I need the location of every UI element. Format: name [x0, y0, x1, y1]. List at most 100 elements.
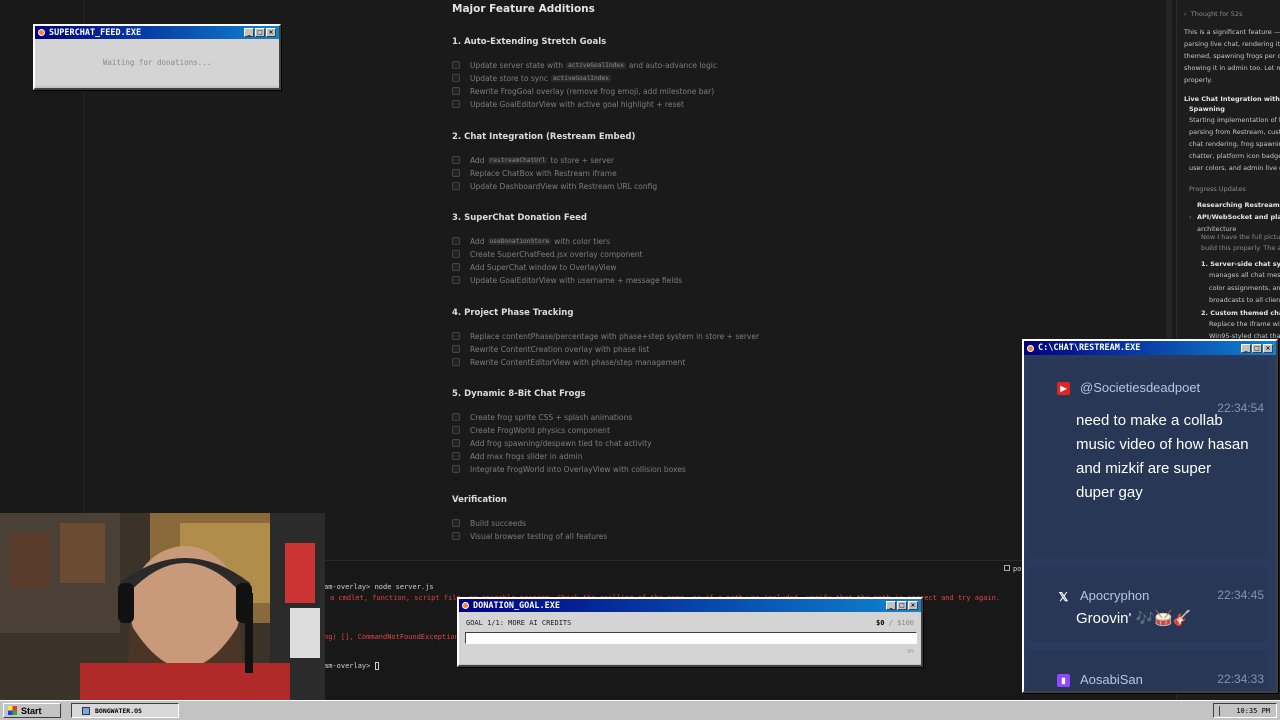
task-checkbox[interactable]	[452, 250, 460, 258]
progress-label: Progress Updates	[1189, 185, 1246, 193]
task-text: Update DashboardView with Restream URL c…	[470, 181, 658, 191]
thought-line: themed, spawning frogs per c	[1184, 52, 1280, 60]
chat-message: 𝕏 Apocryphon 22:34:45 Groovin' 🎶🥁🎸	[1028, 567, 1268, 643]
task-code: activeGoalIndex	[565, 61, 626, 69]
task-checkbox[interactable]	[452, 345, 460, 353]
plan-task: Replace ChatBox with Restream iframe	[452, 167, 617, 179]
task-checkbox[interactable]	[452, 74, 460, 82]
webcam-feed	[0, 513, 325, 700]
thought-line: This is a significant feature —	[1184, 28, 1280, 36]
task-description-line: parsing from Restream, custo	[1189, 128, 1280, 136]
list-1-title: 1. Server-side chat syst	[1201, 260, 1280, 268]
task-text: to store + server	[550, 155, 615, 165]
progress-item-cont2: architecture	[1197, 225, 1237, 233]
task-checkbox[interactable]	[452, 61, 460, 69]
task-text: Create frog sprite CSS + splash animatio…	[470, 412, 633, 422]
task-checkbox[interactable]	[452, 100, 460, 108]
task-checkbox[interactable]	[452, 519, 460, 527]
task-checkbox[interactable]	[452, 413, 460, 421]
task-checkbox[interactable]	[452, 452, 460, 460]
window-titlebar[interactable]: C:\CHAT\RESTREAM.EXE _ □ ×	[1024, 341, 1276, 355]
plan-task: Create FrogWorld physics component	[452, 424, 610, 436]
task-checkbox[interactable]	[452, 263, 460, 271]
task-text: Integrate FrogWorld into OverlayView wit…	[470, 464, 686, 474]
goal-amount: $0 / $100	[876, 619, 914, 627]
progress-item: Researching Restream ch	[1197, 201, 1280, 209]
terminal-prompt: am-overlay>	[324, 662, 375, 670]
minimize-icon[interactable]: _	[1241, 343, 1251, 353]
plan-section-heading: 1. Auto-Extending Stretch Goals	[452, 37, 607, 47]
task-text: Add	[470, 155, 485, 165]
close-icon[interactable]: ×	[1263, 343, 1273, 353]
waiting-text: Waiting for donations...	[102, 58, 212, 67]
close-icon[interactable]: ×	[908, 601, 918, 610]
list-2-line: Replace the iframe wi	[1209, 320, 1280, 328]
chat-username: AosabiSan	[1080, 672, 1143, 687]
superchat-feed-window[interactable]: SUPERCHAT_FEED.EXE _ □ × Waiting for don…	[33, 24, 281, 90]
restream-chat-window[interactable]: C:\CHAT\RESTREAM.EXE _ □ × ▶ @Societiesde…	[1022, 339, 1278, 693]
goal-progress-bar	[465, 632, 917, 644]
donation-body: GOAL 1/1: MORE AI CREDITS $0 / $100 0%	[459, 612, 921, 664]
chevron-right-icon: ›	[1184, 10, 1187, 18]
superchat-body: Waiting for donations...	[35, 39, 279, 86]
task-checkbox[interactable]	[452, 332, 460, 340]
plan-task: Update store to sync activeGoalIndex	[452, 72, 614, 84]
chevron-right-icon[interactable]: ›	[1189, 213, 1192, 221]
plan-task: Integrate FrogWorld into OverlayView wit…	[452, 463, 686, 475]
plan-task: Replace contentPhase/percentage with pha…	[452, 330, 759, 342]
chat-username: Apocryphon	[1080, 588, 1150, 603]
tray-divider	[1219, 705, 1220, 716]
chat-username: @Societiesdeadpoet	[1080, 380, 1201, 395]
task-checkbox[interactable]	[452, 182, 460, 190]
task-text: and auto-advance logic	[628, 60, 717, 70]
task-code: activeGoalIndex	[551, 74, 611, 82]
task-checkbox[interactable]	[452, 87, 460, 95]
task-code: restreamChatUrl	[487, 156, 548, 164]
list-1-line: color assignments, an	[1209, 284, 1280, 292]
window-title: C:\CHAT\RESTREAM.EXE	[1038, 343, 1141, 353]
plan-task: Add restreamChatUrl to store + server	[452, 154, 614, 166]
list-1-line: manages all chat mess	[1209, 271, 1280, 279]
chat-text: Groovin' 🎶🥁🎸	[1076, 610, 1192, 627]
task-checkbox[interactable]	[452, 237, 460, 245]
task-checkbox[interactable]	[452, 169, 460, 177]
task-checkbox[interactable]	[452, 426, 460, 434]
start-button[interactable]: Start	[3, 703, 61, 718]
task-checkbox[interactable]	[452, 439, 460, 447]
maximize-icon[interactable]: □	[897, 601, 907, 610]
close-icon[interactable]: ×	[266, 28, 276, 37]
goal-label: GOAL 1/1: MORE AI CREDITS	[466, 619, 572, 627]
task-title: Live Chat Integration with F	[1184, 95, 1280, 103]
terminal-error-line: ng) [], CommandNotFoundException	[324, 633, 459, 641]
chat-timestamp: 22:34:33	[1217, 672, 1264, 686]
terminal-prompt: am-overlay>	[324, 583, 371, 591]
task-checkbox[interactable]	[452, 156, 460, 164]
taskbar-item[interactable]: BONGWATER.OS	[71, 703, 179, 718]
task-checkbox[interactable]	[452, 358, 460, 366]
task-text: Rewrite ContentEditorView with phase/ste…	[470, 357, 686, 367]
donation-goal-window[interactable]: DONATION_GOAL.EXE _ □ × GOAL 1/1: MORE A…	[457, 597, 923, 667]
plan-section-heading: Verification	[452, 495, 507, 505]
thought-toggle[interactable]: › Thought for 52s	[1184, 10, 1242, 18]
progress-item-cont: API/WebSocket and plan	[1197, 213, 1280, 221]
task-checkbox[interactable]	[452, 532, 460, 540]
terminal-tab-label[interactable]: po	[1004, 565, 1021, 573]
minimize-icon[interactable]: _	[244, 28, 254, 37]
task-checkbox[interactable]	[452, 276, 460, 284]
minimize-icon[interactable]: _	[886, 601, 896, 610]
maximize-icon[interactable]: □	[1252, 343, 1262, 353]
maximize-icon[interactable]: □	[255, 28, 265, 37]
chat-message-list[interactable]: ▶ @Societiesdeadpoet 22:34:54 need to make …	[1024, 355, 1276, 691]
taskbar: Start BONGWATER.OS 10:35 PM	[0, 700, 1280, 720]
task-text: Update GoalEditorView with active goal h…	[470, 99, 684, 109]
task-checkbox[interactable]	[452, 465, 460, 473]
chat-message: ▮AosabiSan22:34:33test	[1028, 651, 1268, 691]
plan-task: Add frog spawning/despawn tied to chat a…	[452, 437, 652, 449]
window-titlebar[interactable]: DONATION_GOAL.EXE _ □ ×	[459, 599, 921, 612]
terminal-prompt-line: am-overlay> node server.js	[324, 583, 434, 591]
plan-task: Rewrite ContentEditorView with phase/ste…	[452, 356, 685, 368]
plan-section-heading: 2. Chat Integration (Restream Embed)	[452, 132, 636, 142]
window-titlebar[interactable]: SUPERCHAT_FEED.EXE _ □ ×	[35, 26, 279, 39]
task-description-line: chat rendering, frog spawnin	[1189, 140, 1280, 148]
task-text: Rewrite ContentCreation overlay with pha…	[470, 344, 650, 354]
